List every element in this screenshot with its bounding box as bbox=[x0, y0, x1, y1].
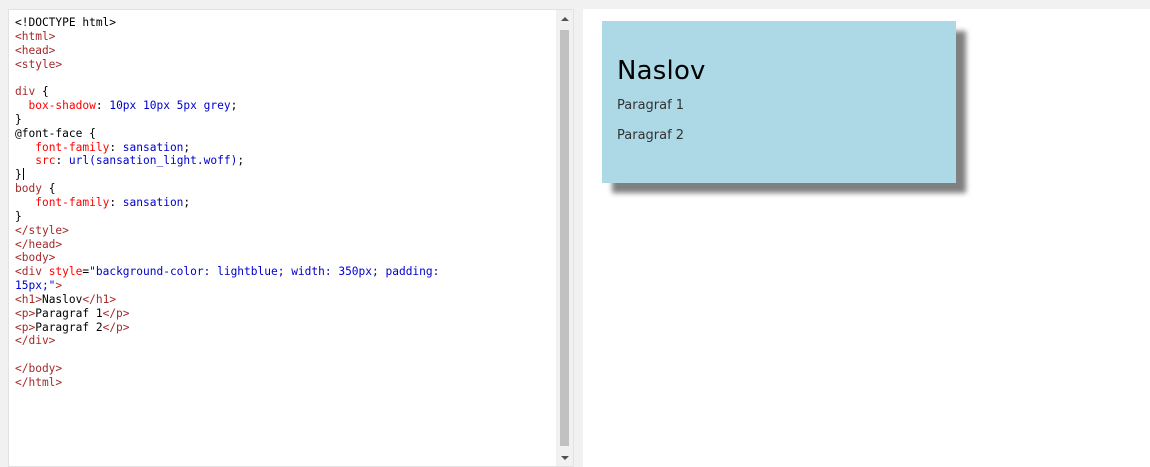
code-line[interactable]: 15px;"> bbox=[15, 279, 439, 293]
code-token: font-family bbox=[35, 195, 110, 209]
scroll-up-button[interactable] bbox=[556, 10, 573, 27]
code-line[interactable]: <p>Paragraf 1</p> bbox=[15, 307, 439, 321]
code-token: ; bbox=[183, 140, 191, 154]
code-line[interactable]: font-family: sansation; bbox=[15, 196, 439, 210]
code-token: { bbox=[35, 85, 49, 99]
code-token: } bbox=[15, 168, 22, 182]
code-line[interactable]: <style> bbox=[15, 58, 439, 72]
tryit-editor-app: <!DOCTYPE html> <html> <head> <style> div { … bbox=[0, 0, 1150, 467]
code-line[interactable]: </body> bbox=[15, 362, 439, 376]
code-line[interactable]: } bbox=[15, 210, 439, 224]
code-token: } bbox=[15, 209, 22, 223]
preview-paragraph-2: Paragraf 2 bbox=[617, 128, 685, 143]
code-token: style bbox=[41, 265, 83, 279]
code-token: <!DOCTYPE html> bbox=[15, 16, 117, 29]
code-editor-text[interactable]: <!DOCTYPE html> <html> <head> <style> div { … bbox=[15, 16, 439, 390]
code-token: : bbox=[109, 195, 123, 209]
code-token: </style> bbox=[15, 223, 69, 237]
code-token: <style> bbox=[15, 57, 63, 71]
code-token: <h1> bbox=[15, 292, 42, 306]
scrollbar-thumb[interactable] bbox=[560, 30, 569, 446]
code-line[interactable] bbox=[15, 348, 439, 362]
code-token: </html> bbox=[15, 375, 63, 389]
code-token: <body> bbox=[15, 251, 56, 265]
code-token: font-family bbox=[35, 140, 110, 154]
code-line[interactable]: <head> bbox=[15, 44, 439, 58]
code-token: sansation bbox=[122, 140, 184, 154]
code-line[interactable]: font-family: sansation; bbox=[15, 141, 439, 155]
code-token: sansation bbox=[122, 195, 184, 209]
triangle-down-icon bbox=[560, 455, 569, 460]
preview-shadow-box: Naslov Paragraf 1 Paragraf 2 bbox=[602, 21, 956, 183]
code-line[interactable]: div { bbox=[15, 85, 439, 99]
code-line[interactable] bbox=[15, 71, 439, 85]
code-token: <head> bbox=[15, 43, 56, 57]
preview-paragraph-1: Paragraf 1 bbox=[617, 98, 685, 113]
code-line[interactable]: </style> bbox=[15, 224, 439, 238]
code-line[interactable]: <html> bbox=[15, 30, 439, 44]
code-line[interactable]: </html> bbox=[15, 376, 439, 390]
code-line[interactable]: box-shadow: 10px 10px 5px grey; bbox=[15, 99, 439, 113]
scroll-down-button[interactable] bbox=[556, 449, 573, 466]
code-token: Naslov bbox=[41, 292, 83, 306]
code-token: "background-color: lightblue; width: 350… bbox=[89, 265, 440, 279]
code-token: ; bbox=[237, 154, 245, 168]
text-cursor bbox=[22, 168, 24, 181]
code-editor-pane[interactable]: <!DOCTYPE html> <html> <head> <style> div { … bbox=[8, 9, 574, 467]
code-token: </p> bbox=[102, 306, 130, 320]
code-line[interactable]: <h1>Naslov</h1> bbox=[15, 293, 439, 307]
code-line[interactable]: </div> bbox=[15, 334, 439, 348]
code-line[interactable]: } bbox=[15, 113, 439, 127]
code-line[interactable]: @font-face { bbox=[15, 127, 439, 141]
code-token: @font-face { bbox=[15, 126, 96, 140]
code-token: : bbox=[95, 99, 110, 113]
code-line[interactable]: <body> bbox=[15, 251, 439, 265]
editor-scrollbar[interactable] bbox=[556, 10, 573, 466]
code-token: { bbox=[41, 182, 56, 196]
code-token: </p> bbox=[102, 320, 130, 334]
code-token: src bbox=[35, 154, 56, 168]
result-preview-pane: Naslov Paragraf 1 Paragraf 2 bbox=[583, 9, 1150, 467]
triangle-up-icon bbox=[560, 16, 569, 21]
code-token: box-shadow bbox=[28, 99, 96, 113]
code-line[interactable]: </head> bbox=[15, 238, 439, 252]
code-token: 15px;" bbox=[15, 279, 56, 293]
code-line[interactable]: } bbox=[15, 168, 439, 182]
preview-heading: Naslov bbox=[617, 56, 706, 86]
code-token: </h1> bbox=[82, 292, 117, 306]
code-token: ; bbox=[230, 99, 238, 113]
code-token: body bbox=[15, 182, 42, 196]
code-line[interactable]: <!DOCTYPE html> bbox=[15, 16, 439, 30]
code-token: ; bbox=[183, 195, 191, 209]
code-token: } bbox=[15, 112, 22, 126]
code-token: <p> bbox=[15, 306, 36, 320]
code-line[interactable]: <div style="background-color: lightblue;… bbox=[15, 265, 439, 279]
code-token: <p> bbox=[15, 320, 36, 334]
code-token: url(sansation_light.woff) bbox=[68, 154, 238, 168]
code-token: : bbox=[109, 140, 123, 154]
code-token: Paragraf 1 bbox=[35, 306, 103, 320]
code-token: </head> bbox=[15, 237, 63, 251]
code-token: <html> bbox=[15, 29, 56, 43]
code-line[interactable]: src: url(sansation_light.woff); bbox=[15, 154, 439, 168]
code-token: Paragraf 2 bbox=[35, 320, 103, 334]
code-token: </div> bbox=[15, 334, 56, 348]
code-token: <div bbox=[15, 265, 42, 279]
code-token: div bbox=[15, 85, 36, 99]
code-token: > bbox=[55, 279, 63, 293]
code-token: 10px 10px 5px grey bbox=[109, 99, 231, 113]
code-token: : bbox=[55, 154, 69, 168]
code-line[interactable]: body { bbox=[15, 182, 439, 196]
code-token: </body> bbox=[15, 362, 63, 376]
code-line[interactable]: <p>Paragraf 2</p> bbox=[15, 321, 439, 335]
